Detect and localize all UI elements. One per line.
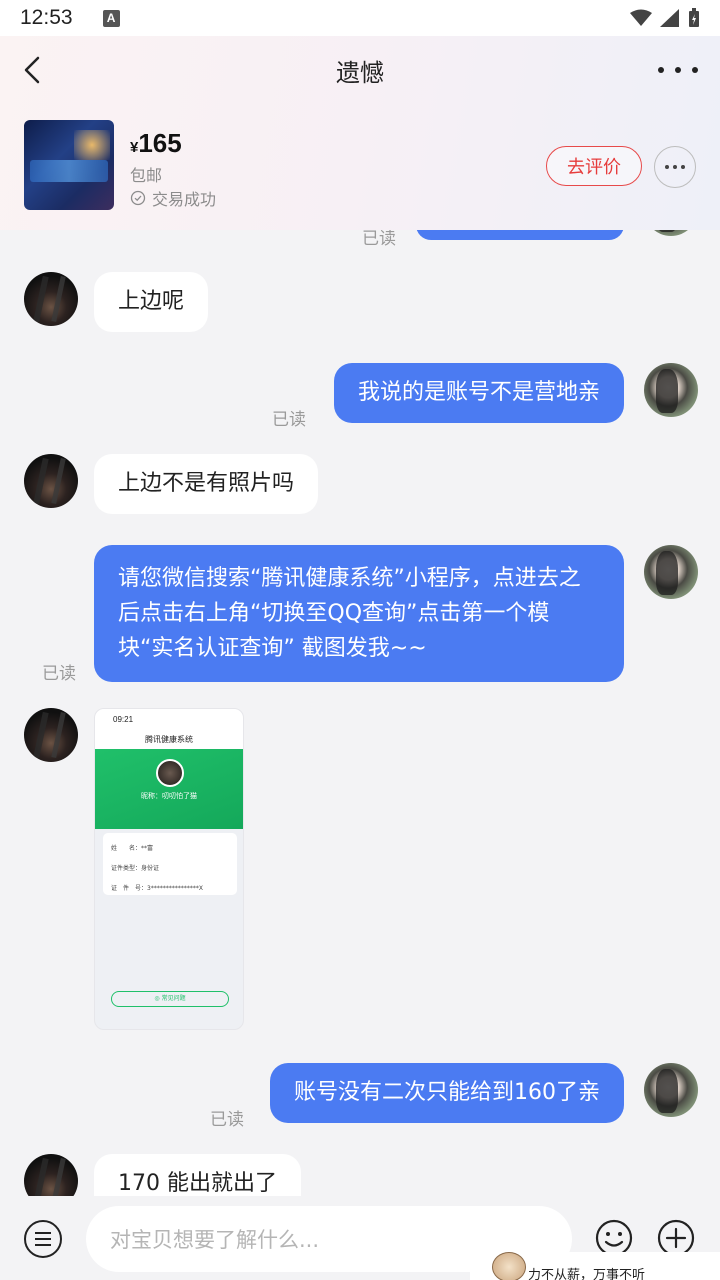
chat-list[interactable]: 已读 上边呢 我说的是账号不是营地亲 已读 上边不是有照片吗 请您微信搜索“腾讯…: [0, 230, 720, 1196]
more-options-button[interactable]: [658, 56, 698, 84]
sticker-text: 力不从薪，万事不听: [528, 1268, 646, 1280]
seller-avatar[interactable]: [24, 454, 78, 508]
shot-field-label: 姓 名：: [111, 845, 142, 852]
message-bubble[interactable]: 上边不是有照片吗: [94, 454, 319, 514]
seller-avatar[interactable]: [24, 708, 78, 762]
my-avatar[interactable]: [644, 1063, 698, 1117]
shot-field-value: **富: [141, 845, 154, 852]
image-message[interactable]: 09:21 腾讯健康系统 昵称：叨叨怕了猫 姓 名：**富 证件类型：身份证 证…: [94, 708, 244, 1030]
my-avatar[interactable]: [644, 363, 698, 417]
shot-title: 腾讯健康系统: [95, 731, 243, 749]
sticker-overlay: 力不从薪，万事不听: [470, 1252, 720, 1280]
read-receipt: 已读: [42, 664, 76, 684]
shot-field-value: 身份证: [141, 865, 160, 872]
price-value: 165: [138, 128, 182, 158]
deal-status: 交易成功: [130, 186, 216, 210]
seller-avatar[interactable]: [24, 1154, 78, 1196]
shot-avatar: [156, 759, 184, 787]
deal-status-text: 交易成功: [152, 190, 217, 209]
shot-status-bar: 09:21: [95, 709, 243, 731]
read-receipt: 已读: [362, 230, 396, 249]
read-receipt: 已读: [272, 410, 306, 430]
chat-header: 遗憾 ¥165 包邮 交易成功 去评价: [0, 36, 720, 230]
item-price: ¥165: [130, 128, 182, 159]
wifi-icon: [630, 9, 652, 26]
check-circle-icon: [130, 190, 146, 206]
nav-bar: 遗憾: [0, 36, 720, 104]
review-button[interactable]: 去评价: [546, 146, 642, 186]
back-arrow-icon[interactable]: [20, 52, 50, 88]
signal-icon: [660, 9, 679, 27]
page-title: 遗憾: [336, 58, 384, 87]
battery-icon: [689, 8, 699, 27]
dog-sticker-icon: [492, 1252, 526, 1280]
message-bubble[interactable]: 账号没有二次只能给到160了亲: [270, 1063, 624, 1123]
message-bubble-partial[interactable]: [416, 230, 624, 240]
message-bubble[interactable]: 我说的是账号不是营地亲: [333, 363, 624, 423]
shot-time: 09:21: [113, 715, 134, 724]
item-thumbnail[interactable]: [24, 120, 114, 210]
message-bubble[interactable]: 170 能出就出了: [94, 1154, 301, 1196]
status-time: 12:53: [20, 6, 73, 29]
shot-field-label: 证件类型：: [111, 865, 142, 872]
shot-field-label: 证 件 号：: [111, 885, 148, 892]
seller-avatar[interactable]: [24, 272, 78, 326]
my-avatar[interactable]: [644, 545, 698, 599]
message-bubble[interactable]: 请您微信搜索“腾讯健康系统”小程序，点进去之后点击右上角“切换至QQ查询”点击第…: [94, 545, 624, 682]
shot-field-value: 3****************X: [147, 885, 203, 892]
status-icons: [630, 8, 700, 28]
my-avatar[interactable]: [644, 230, 698, 236]
status-bar: 12:53 A: [0, 0, 720, 36]
shot-nickname: 昵称：叨叨怕了猫: [141, 792, 197, 800]
shipping-label: 包邮: [130, 166, 163, 185]
shot-info-card: 姓 名：**富 证件类型：身份证 证 件 号：3****************…: [103, 833, 237, 895]
shot-faq-button: ◎ 常见问题: [111, 991, 229, 1007]
menu-button[interactable]: [24, 1220, 62, 1258]
message-bubble[interactable]: 上边呢: [94, 272, 209, 332]
notification-icon: A: [102, 9, 120, 27]
read-receipt: 已读: [210, 1110, 244, 1130]
input-placeholder: 对宝贝想要了解什么...: [110, 1228, 320, 1252]
item-card[interactable]: ¥165 包邮 交易成功 去评价: [24, 120, 700, 216]
item-more-button[interactable]: [654, 146, 696, 188]
